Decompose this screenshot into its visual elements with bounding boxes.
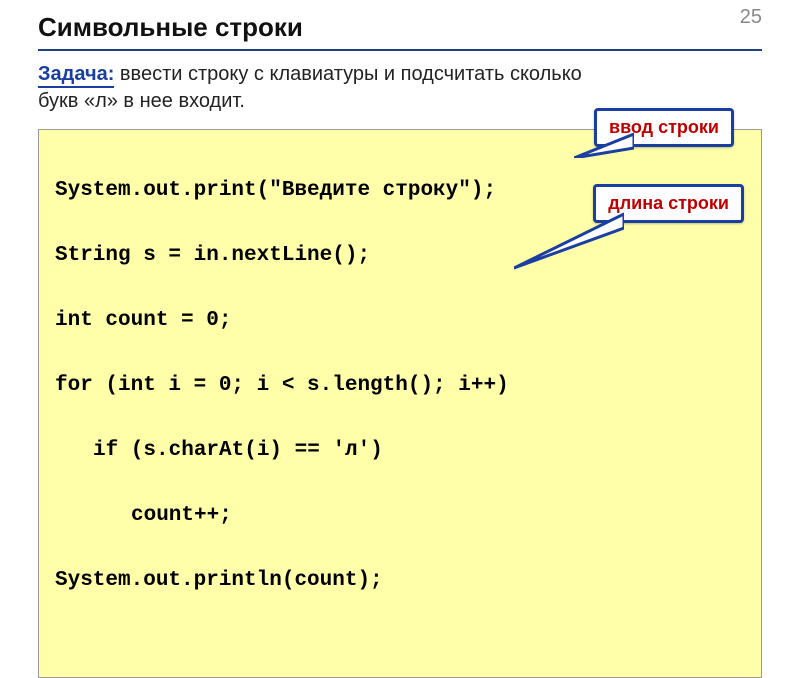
callout-input-string: ввод строки bbox=[594, 108, 734, 147]
slide: 25 Символьные строки Задача: ввести стро… bbox=[0, 0, 800, 600]
code-line: String s = in.nextLine(); bbox=[55, 240, 745, 273]
code-line: for (int i = 0; i < s.length(); i++) bbox=[55, 370, 745, 403]
code-line: int count = 0; bbox=[55, 305, 745, 338]
slide-title: Символьные строки bbox=[38, 12, 762, 43]
code-line: System.out.println(count); bbox=[55, 565, 745, 598]
title-rule bbox=[38, 49, 762, 51]
task-text: ввести строку с клавиатуры и подсчитать … bbox=[38, 63, 582, 112]
callout-tail-icon bbox=[514, 210, 624, 270]
callout-string-length: длина строки bbox=[593, 184, 744, 223]
callout-tail-icon bbox=[574, 130, 634, 158]
code-line: count++; bbox=[55, 500, 745, 533]
task-label: Задача: bbox=[38, 63, 114, 88]
page-number: 25 bbox=[740, 6, 762, 29]
task-paragraph: Задача: ввести строку с клавиатуры и под… bbox=[38, 61, 598, 115]
code-line: if (s.charAt(i) == 'л') bbox=[55, 435, 745, 468]
